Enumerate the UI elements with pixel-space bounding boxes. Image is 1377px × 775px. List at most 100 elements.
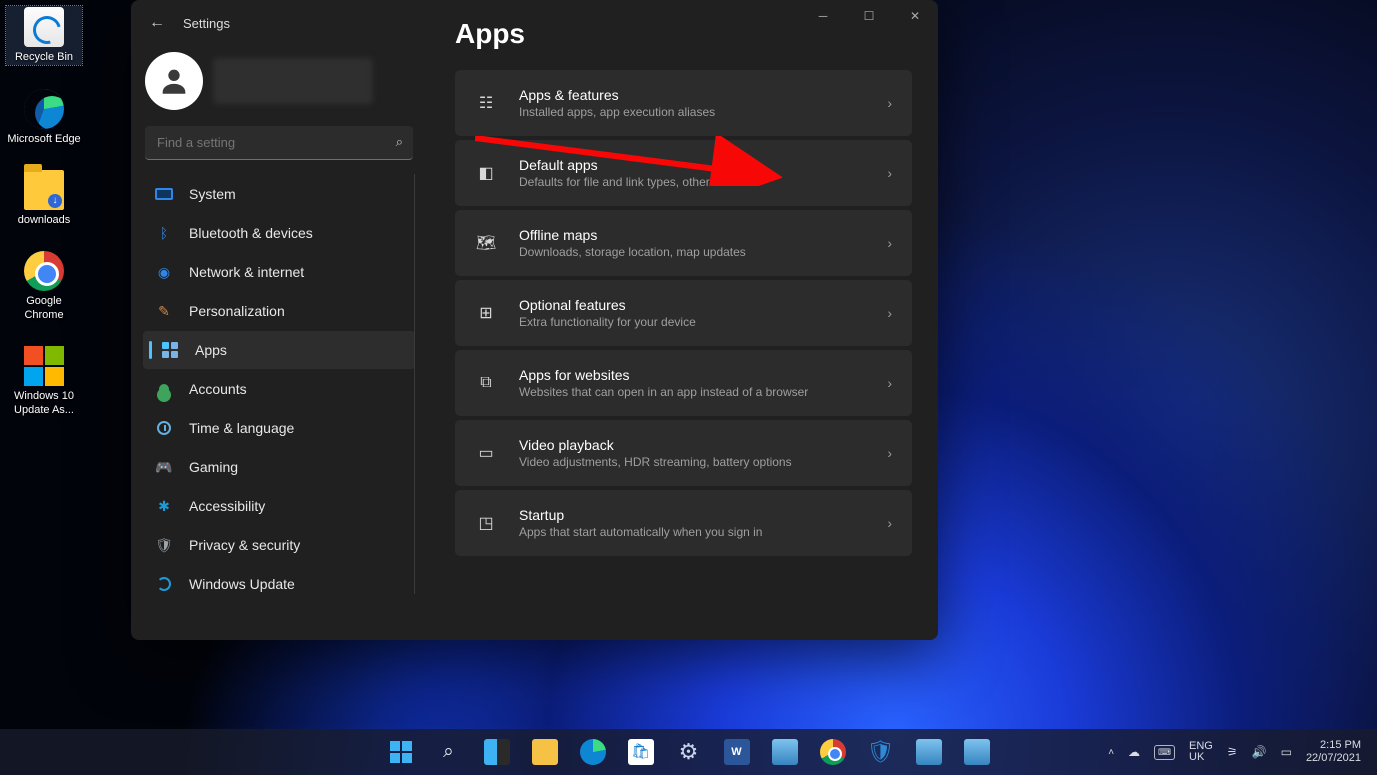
lang-bottom: UK [1189, 752, 1213, 763]
profile-block[interactable] [145, 52, 415, 110]
tray-overflow-button[interactable]: ˄ [1108, 747, 1114, 758]
apps-icon [162, 342, 178, 358]
nav-privacy[interactable]: 🛡Privacy & security [143, 526, 415, 564]
card-title: Optional features [519, 297, 696, 313]
desktop-icon-chrome[interactable]: Google Chrome [6, 251, 82, 322]
folder-icon [24, 170, 64, 210]
taskbar-pic1[interactable] [765, 732, 805, 772]
chevron-right-icon: › [887, 305, 892, 321]
card-offline-maps[interactable]: 🗺 Offline mapsDownloads, storage locatio… [455, 210, 912, 276]
store-icon: 🛍 [628, 739, 654, 765]
desktop-icon-recycle-bin[interactable]: Recycle Bin [6, 6, 82, 65]
nav-gaming[interactable]: 🎮Gaming [143, 448, 415, 486]
chevron-right-icon: › [887, 165, 892, 181]
card-subtitle: Apps that start automatically when you s… [519, 525, 762, 539]
card-subtitle: Websites that can open in an app instead… [519, 385, 808, 399]
card-title: Offline maps [519, 227, 746, 243]
task-view-button[interactable] [477, 732, 517, 772]
desktop-icon-downloads[interactable]: downloads [6, 170, 82, 227]
volume-icon[interactable]: 🔊 [1252, 745, 1267, 759]
maximize-button[interactable]: ☐ [846, 0, 892, 32]
minimize-button[interactable]: ─ [800, 0, 846, 32]
chevron-right-icon: › [887, 445, 892, 461]
card-apps-for-websites[interactable]: ⧉ Apps for websites Websites that can ope… [455, 350, 912, 416]
taskbar-store[interactable]: 🛍 [621, 732, 661, 772]
nav-time[interactable]: Time & language [143, 409, 415, 447]
taskbar-chrome[interactable] [813, 732, 853, 772]
onedrive-icon[interactable]: ☁ [1128, 745, 1140, 759]
open-external-icon: ⧉ [475, 372, 497, 394]
sidebar: ← Settings ⌕ System ᛒBluetooth & devices… [131, 0, 427, 640]
chevron-right-icon: › [887, 375, 892, 391]
settings-window: ─ ☐ ✕ ← Settings ⌕ System ᛒBluetooth & d… [131, 0, 938, 640]
taskbar-security[interactable]: 🛡 [861, 732, 901, 772]
chrome-icon [820, 739, 846, 765]
card-startup[interactable]: ◳ StartupApps that start automatically w… [455, 490, 912, 556]
edge-icon [24, 89, 64, 129]
card-video-playback[interactable]: ▭ Video playbackVideo adjustments, HDR s… [455, 420, 912, 486]
nav-label: Time & language [189, 420, 294, 436]
word-icon: W [724, 739, 750, 765]
nav-label: Apps [195, 342, 227, 358]
search-box[interactable]: ⌕ [145, 126, 413, 160]
main-panel: Apps ☷ Apps & featuresInstalled apps, ap… [427, 0, 938, 640]
close-button[interactable]: ✕ [892, 0, 938, 32]
battery-icon[interactable]: ▭ [1281, 745, 1292, 759]
card-title: Apps for websites [519, 367, 808, 383]
windows-logo-icon [390, 741, 412, 763]
nav-label: Accessibility [189, 498, 265, 514]
search-input[interactable] [145, 126, 413, 160]
window-title: Settings [183, 16, 230, 31]
nav-label: Bluetooth & devices [189, 225, 313, 241]
taskbar-explorer[interactable] [525, 732, 565, 772]
card-title: Video playback [519, 437, 792, 453]
taskbar-pic2[interactable] [909, 732, 949, 772]
shield-icon: 🛡 [155, 536, 173, 554]
nav-bluetooth[interactable]: ᛒBluetooth & devices [143, 214, 415, 252]
nav-update[interactable]: Windows Update [143, 565, 415, 603]
wifi-icon[interactable]: ⚞ [1227, 745, 1238, 759]
default-apps-icon: ◧ [475, 162, 497, 184]
language-button[interactable]: ENG UK [1189, 741, 1213, 763]
keyboard-icon[interactable]: ⌨ [1154, 745, 1175, 760]
card-subtitle: Downloads, storage location, map updates [519, 245, 746, 259]
nav-personalization[interactable]: ✎Personalization [143, 292, 415, 330]
desktop-icon-edge[interactable]: Microsoft Edge [6, 89, 82, 146]
shield-icon: 🛡 [867, 739, 895, 765]
gear-icon: ⚙ [679, 739, 699, 765]
avatar [145, 52, 203, 110]
nav-network[interactable]: ◉Network & internet [143, 253, 415, 291]
nav-label: System [189, 186, 236, 202]
nav-system[interactable]: System [143, 175, 415, 213]
taskbar: ⌕ 🛍 ⚙ W 🛡 ˄ ☁ ⌨ ENG UK ⚞ 🔊 ▭ 2:15 PM 22/… [0, 729, 1377, 775]
chevron-right-icon: › [887, 235, 892, 251]
nav-accessibility[interactable]: ✱ Accessibility [143, 487, 415, 525]
desktop-icon-win10-update[interactable]: Windows 10 Update As... [6, 346, 82, 417]
chevron-right-icon: › [887, 515, 892, 531]
clock-button[interactable]: 2:15 PM 22/07/2021 [1306, 739, 1361, 765]
nav-apps[interactable]: Apps [143, 331, 415, 369]
back-button[interactable]: ← [149, 14, 165, 32]
desktop-icons: Recycle Bin Microsoft Edge downloads Goo… [6, 6, 96, 441]
taskbar-pic3[interactable] [957, 732, 997, 772]
card-title: Apps & features [519, 87, 715, 103]
search-icon: ⌕ [443, 741, 454, 763]
taskbar-search-button[interactable]: ⌕ [429, 732, 469, 772]
list-icon: ☷ [475, 92, 497, 114]
card-default-apps[interactable]: ◧ Default appsDefaults for file and link… [455, 140, 912, 206]
taskbar-settings[interactable]: ⚙ [669, 732, 709, 772]
accessibility-icon: ✱ [155, 497, 173, 515]
taskbar-edge[interactable] [573, 732, 613, 772]
taskbar-pinned: ⌕ 🛍 ⚙ W 🛡 [381, 732, 997, 772]
card-optional-features[interactable]: ⊞ Optional featuresExtra functionality f… [455, 280, 912, 346]
nav-accounts[interactable]: Accounts [143, 370, 415, 408]
start-button[interactable] [381, 732, 421, 772]
edge-icon [580, 739, 606, 765]
chevron-right-icon: › [887, 95, 892, 111]
taskbar-word[interactable]: W [717, 732, 757, 772]
gamepad-icon: 🎮 [155, 458, 173, 476]
task-view-icon [484, 739, 510, 765]
card-apps-features[interactable]: ☷ Apps & featuresInstalled apps, app exe… [455, 70, 912, 136]
nav-label: Personalization [189, 303, 285, 319]
card-subtitle: Defaults for file and link types, other … [519, 175, 755, 189]
